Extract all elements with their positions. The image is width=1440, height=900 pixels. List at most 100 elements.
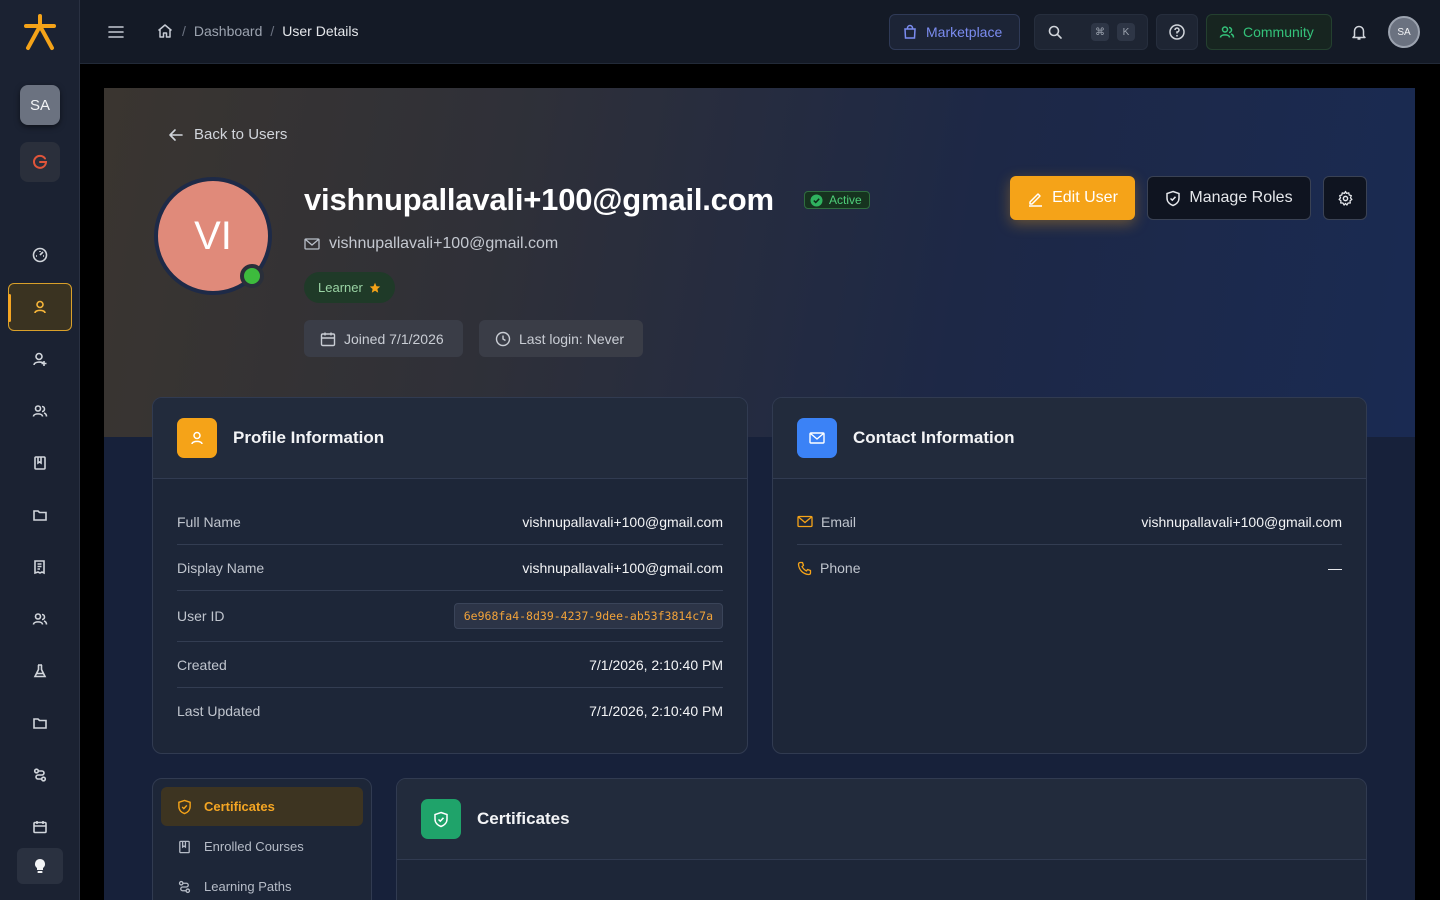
user-hero: Back to Users VI vishnupallavali+100@gma… — [104, 88, 1415, 437]
topbar: / Dashboard / User Details Marketplace ⌘… — [80, 0, 1440, 64]
kbd-k: K — [1117, 23, 1135, 41]
community-label: Community — [1243, 24, 1314, 40]
arrow-left-icon — [169, 128, 183, 141]
mail-icon — [797, 515, 813, 528]
back-label: Back to Users — [194, 126, 288, 143]
app-logo-icon[interactable] — [22, 12, 58, 52]
contact-rows: Email vishnupallavali+100@gmail.com Phon… — [773, 479, 1366, 591]
breadcrumb-dashboard[interactable]: Dashboard — [194, 23, 263, 39]
sidebar-avatar[interactable]: SA — [20, 85, 60, 125]
row-label-phone: Phone — [797, 560, 860, 576]
menu-icon[interactable] — [106, 22, 126, 42]
sidebar-item-courses[interactable] — [8, 439, 72, 487]
search-button[interactable]: ⌘ K — [1034, 14, 1148, 50]
home-icon[interactable] — [156, 22, 174, 40]
sidebar: SA — [0, 0, 80, 900]
sidebar-item-users[interactable] — [8, 283, 72, 331]
flask-icon — [33, 664, 47, 678]
sidebar-item-paths[interactable] — [8, 751, 72, 799]
calendar-icon — [320, 332, 336, 346]
profile-information-card: Profile Information Full Name vishnupall… — [152, 397, 748, 754]
row-value: vishnupallavali+100@gmail.com — [522, 559, 723, 576]
sidebar-item-reports[interactable] — [8, 543, 72, 591]
certificates-card-title: Certificates — [477, 809, 570, 828]
calendar-icon — [33, 821, 47, 834]
route-icon — [178, 880, 191, 893]
users-icon — [32, 405, 48, 417]
status-label: Active — [829, 193, 862, 207]
profile-row-display-name: Display Name vishnupallavali+100@gmail.c… — [177, 545, 723, 591]
community-button[interactable]: Community — [1206, 14, 1332, 50]
certificates-card-header: Certificates — [397, 779, 1366, 860]
settings-button[interactable] — [1323, 176, 1367, 220]
notifications-button[interactable] — [1344, 14, 1374, 50]
google-icon[interactable] — [20, 142, 60, 182]
row-value: 7/1/2026, 2:10:40 PM — [589, 703, 723, 719]
help-icon — [1169, 24, 1185, 40]
sidebar-item-teams[interactable] — [8, 595, 72, 643]
back-to-users-link[interactable]: Back to Users — [168, 126, 287, 143]
book-icon — [34, 456, 46, 470]
shopping-bag-icon — [904, 24, 916, 39]
contact-card-header: Contact Information — [773, 398, 1366, 479]
shield-icon — [1166, 190, 1181, 206]
book-icon — [179, 840, 190, 853]
folder-icon — [33, 718, 47, 729]
sidebar-item-files[interactable] — [8, 699, 72, 747]
page-title: vishnupallavali+100@gmail.com — [304, 182, 774, 217]
row-label: Created — [177, 656, 227, 673]
row-label: Last Updated — [177, 703, 261, 719]
row-label: Display Name — [177, 559, 265, 576]
mail-icon — [304, 238, 320, 250]
user-email-text: vishnupallavali+100@gmail.com — [329, 235, 559, 252]
mail-icon — [797, 418, 837, 458]
receipt-icon — [34, 560, 45, 575]
edit-user-button[interactable]: Edit User — [1010, 176, 1135, 220]
pencil-icon — [1029, 192, 1043, 207]
contact-card-title: Contact Information — [853, 428, 1015, 447]
profile-row-full-name: Full Name vishnupallavali+100@gmail.com — [177, 499, 723, 545]
breadcrumb-separator: / — [182, 23, 186, 39]
row-label: Full Name — [177, 513, 241, 530]
role-label: Learner — [318, 280, 363, 295]
shield-icon — [421, 799, 461, 839]
sidebar-item-groups[interactable] — [8, 387, 72, 435]
lightbulb-icon[interactable] — [17, 848, 63, 884]
sidebar-item-calendar[interactable] — [8, 803, 72, 851]
dashboard-icon — [32, 247, 48, 263]
breadcrumb-current: User Details — [282, 23, 359, 39]
breadcrumb: / Dashboard / User Details — [156, 22, 359, 40]
sidebar-item-add-user[interactable] — [8, 335, 72, 383]
sidebar-item-dashboard[interactable] — [8, 231, 72, 279]
gear-icon — [1337, 190, 1353, 206]
user-id-code[interactable]: 6e968fa4-8d39-4237-9dee-ab53f3814c7a — [453, 603, 723, 629]
marketplace-button[interactable]: Marketplace — [889, 14, 1020, 50]
sidebar-item-labs[interactable] — [8, 647, 72, 695]
users-icon — [1219, 26, 1235, 38]
last-login-badge: Last login: Never — [479, 320, 643, 357]
help-button[interactable] — [1156, 14, 1198, 50]
tab-enrolled-courses[interactable]: Enrolled Courses — [161, 827, 363, 866]
sidebar-item-folders[interactable] — [8, 491, 72, 539]
profile-row-user-id: User ID 6e968fa4-8d39-4237-9dee-ab53f381… — [177, 591, 723, 642]
folder-icon — [33, 510, 47, 521]
user-avatar[interactable]: SA — [1388, 16, 1420, 48]
star-icon — [369, 282, 381, 293]
kbd-cmd: ⌘ — [1091, 23, 1109, 41]
main-content: Back to Users VI vishnupallavali+100@gma… — [104, 88, 1415, 900]
online-status-dot — [240, 264, 264, 288]
profile-row-created: Created 7/1/2026, 2:10:40 PM — [177, 642, 723, 688]
clock-icon — [495, 331, 511, 346]
row-label: Phone — [820, 560, 861, 576]
certificates-card: Certificates — [396, 778, 1367, 900]
users-group-icon — [32, 613, 48, 625]
tab-learning-paths[interactable]: Learning Paths — [161, 867, 363, 900]
marketplace-label: Marketplace — [926, 24, 1003, 40]
role-badge: Learner — [304, 272, 395, 303]
status-badge: Active — [804, 191, 870, 209]
tab-certificates[interactable]: Certificates — [161, 787, 363, 826]
row-value[interactable]: vishnupallavali+100@gmail.com — [1141, 514, 1342, 530]
manage-roles-button[interactable]: Manage Roles — [1147, 176, 1311, 220]
bell-icon — [1352, 25, 1366, 40]
check-circle-icon — [810, 194, 823, 206]
